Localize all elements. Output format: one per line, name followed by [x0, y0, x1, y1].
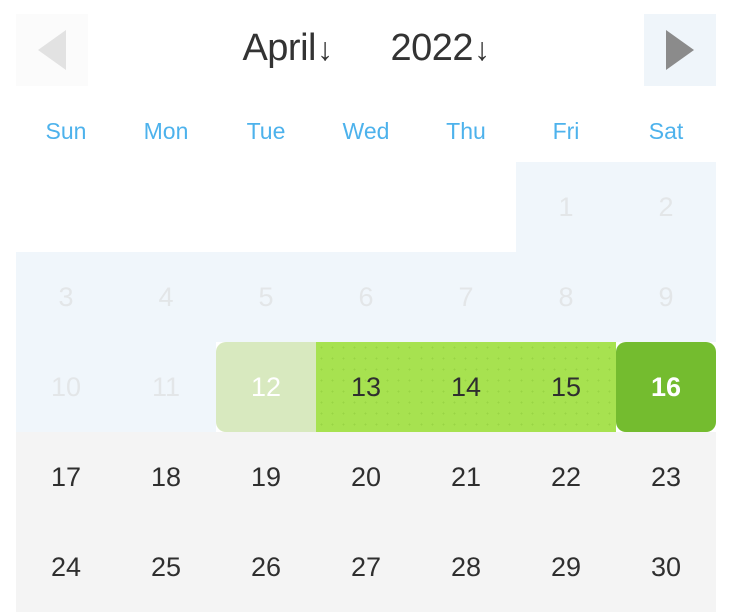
prev-month-button[interactable]	[16, 14, 88, 86]
month-selector[interactable]: April↓	[242, 27, 333, 69]
day-number: 7	[458, 281, 474, 312]
day-number: 29	[550, 551, 582, 582]
day-number: 3	[58, 281, 74, 312]
day-number: 6	[358, 281, 374, 312]
weekday-label-tue: Tue	[246, 117, 286, 144]
calendar-widget: April↓ 2022↓ Sun Mon Tue Wed Thu Fri Sat 12345…	[0, 0, 732, 616]
calendar-week-row: 24 25 26 27 28 29 30	[16, 522, 716, 612]
day-number: 11	[151, 371, 181, 402]
day-cell-29[interactable]: 29	[516, 522, 616, 612]
day-number: 30	[650, 551, 682, 582]
day-cell-13[interactable]: 13	[316, 342, 416, 432]
day-number: 9	[658, 281, 674, 312]
day-cell-28[interactable]: 28	[416, 522, 516, 612]
calendar-title-group: April↓ 2022↓	[88, 29, 644, 67]
weekday-label-mon: Mon	[143, 117, 189, 144]
day-cell-16[interactable]: 16	[616, 342, 716, 432]
day-cell-8: 8	[516, 252, 616, 342]
day-number: 28	[450, 551, 482, 582]
weekday-label-thu: Thu	[446, 117, 486, 144]
day-number: 25	[150, 551, 182, 582]
triangle-right-icon	[666, 30, 694, 70]
day-number: 10	[50, 371, 82, 402]
chevron-down-icon-year: ↓	[474, 31, 490, 67]
day-cell-blank	[416, 162, 516, 252]
day-cell-blank	[16, 162, 116, 252]
day-number: 20	[350, 461, 382, 492]
day-cell-21[interactable]: 21	[416, 432, 516, 522]
weekday-header-row: Sun Mon Tue Wed Thu Fri Sat	[16, 100, 716, 162]
day-number: 17	[50, 461, 82, 492]
day-cell-17[interactable]: 17	[16, 432, 116, 522]
calendar-week-row: 10 11 12 13 14 15 16	[16, 342, 716, 432]
next-month-button[interactable]	[644, 14, 716, 86]
day-cell-25[interactable]: 25	[116, 522, 216, 612]
day-number: 2	[658, 191, 674, 222]
calendar-week-row: 17 18 19 20 21 22 23	[16, 432, 716, 522]
day-cell-23[interactable]: 23	[616, 432, 716, 522]
day-cell-blank	[316, 162, 416, 252]
day-cell-blank	[216, 162, 316, 252]
day-number: 1	[558, 191, 574, 222]
day-cell-9: 9	[616, 252, 716, 342]
chevron-down-icon-month: ↓	[316, 31, 333, 67]
day-cell-24[interactable]: 24	[16, 522, 116, 612]
calendar-week-row: 12	[16, 162, 716, 252]
day-cell-22[interactable]: 22	[516, 432, 616, 522]
year-selector[interactable]: 2022↓	[390, 27, 490, 69]
weekday-label-wed: Wed	[342, 117, 390, 144]
day-cell-2: 2	[616, 162, 716, 252]
calendar-header: April↓ 2022↓	[0, 0, 732, 100]
day-number: 18	[150, 461, 182, 492]
day-cell-6: 6	[316, 252, 416, 342]
day-cell-5: 5	[216, 252, 316, 342]
day-number: 21	[450, 461, 482, 492]
day-cell-1: 1	[516, 162, 616, 252]
day-number: 14	[450, 371, 482, 402]
calendar-week-row: 3 4 5 6 7 8 9	[16, 252, 716, 342]
day-number: 4	[158, 281, 174, 312]
day-number: 5	[258, 281, 274, 312]
day-number: 26	[250, 551, 282, 582]
day-number: 23	[650, 461, 682, 492]
day-number: 24	[50, 551, 82, 582]
day-cell-3: 3	[16, 252, 116, 342]
day-cell-18[interactable]: 18	[116, 432, 216, 522]
triangle-left-icon	[38, 30, 66, 70]
day-number: 15	[550, 371, 582, 402]
day-number: 22	[550, 461, 582, 492]
day-cell-7: 7	[416, 252, 516, 342]
day-cell-4: 4	[116, 252, 216, 342]
day-cell-20[interactable]: 20	[316, 432, 416, 522]
weekday-label-fri: Fri	[552, 117, 580, 144]
day-cell-14[interactable]: 14	[416, 342, 516, 432]
day-number: 8	[558, 281, 574, 312]
day-number: 13	[350, 371, 382, 402]
month-label: April	[242, 27, 316, 69]
weekday-label-sat: Sat	[648, 117, 684, 144]
day-cell-26[interactable]: 26	[216, 522, 316, 612]
calendar-grid: 1 2 3 4 5 6 7 8 9 10 11 12 13 14 15 16 17 18 19 20 21 22 23 24 2…	[16, 162, 716, 612]
year-label: 2022	[390, 27, 474, 69]
weekday-label-sun: Sun	[45, 117, 87, 144]
day-cell-11: 11	[116, 342, 216, 432]
day-cell-blank	[116, 162, 216, 252]
day-cell-30[interactable]: 30	[616, 522, 716, 612]
day-number: 19	[250, 461, 282, 492]
day-number: 12	[250, 371, 282, 402]
day-cell-27[interactable]: 27	[316, 522, 416, 612]
day-number: 16	[650, 371, 682, 402]
day-number: 27	[350, 551, 382, 582]
day-cell-19[interactable]: 19	[216, 432, 316, 522]
day-cell-12[interactable]: 12	[216, 342, 316, 432]
day-cell-15[interactable]: 15	[516, 342, 616, 432]
day-cell-10: 10	[16, 342, 116, 432]
